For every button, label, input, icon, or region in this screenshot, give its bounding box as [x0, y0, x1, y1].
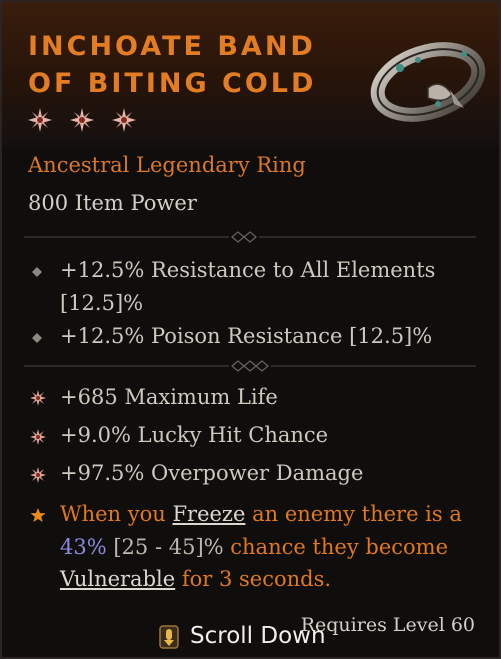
item-title-line1: Inchoate Band	[28, 31, 316, 62]
legendary-value: 43%	[60, 534, 107, 559]
orange-star-icon	[30, 507, 46, 523]
implicit-affix: +12.5% Poison Resistance [12.5]%	[60, 324, 433, 348]
item-power: 800 Item Power	[28, 191, 197, 215]
scroll-down-prompt[interactable]: Scroll Down	[158, 622, 326, 650]
legendary-power: When you Freeze an enemy there is a 43% […	[60, 498, 480, 596]
affix-line: +685 Maximum Life	[60, 385, 278, 409]
vulnerable-keyword[interactable]: Vulnerable	[60, 567, 175, 591]
item-title-line2: of Biting Cold	[28, 68, 317, 99]
legendary-text: chance they become	[223, 534, 449, 559]
legendary-star-icon	[28, 108, 52, 132]
item-title: Inchoate Band of Biting Cold	[28, 28, 358, 102]
legendary-star-icon	[70, 108, 94, 132]
starburst-bullet-icon	[30, 467, 46, 483]
legendary-text: an enemy there is a	[245, 502, 462, 526]
freeze-keyword[interactable]: Freeze	[172, 502, 245, 526]
ring-icon	[368, 30, 490, 126]
requires-level: Requires Level 60	[300, 614, 475, 636]
scroll-key-icon	[158, 622, 180, 650]
legendary-text: for 3 seconds.	[175, 567, 332, 591]
section-divider	[24, 231, 476, 243]
diamond-bullet-icon	[30, 265, 44, 279]
starburst-bullet-icon	[30, 390, 46, 406]
diamond-bullet-icon	[30, 331, 44, 345]
item-type: Ancestral Legendary Ring	[28, 153, 306, 177]
affix-line: +97.5% Overpower Damage	[60, 461, 364, 485]
item-tooltip: Inchoate Band of Biting Cold	[0, 0, 501, 659]
legendary-star-icon	[112, 108, 136, 132]
scroll-down-label: Scroll Down	[190, 623, 326, 649]
affix-line: +9.0% Lucky Hit Chance	[60, 423, 329, 447]
item-stars	[28, 108, 136, 132]
implicit-affix-line2: [12.5]%	[60, 291, 144, 315]
implicit-affix: +12.5% Resistance to All Elements [12.5]…	[60, 254, 435, 320]
legendary-range: [25 - 45]%	[106, 534, 224, 559]
implicit-affix-line1: +12.5% Resistance to All Elements	[60, 258, 436, 282]
legendary-text: When you	[60, 502, 173, 526]
starburst-bullet-icon	[30, 429, 46, 445]
section-divider	[24, 360, 476, 372]
